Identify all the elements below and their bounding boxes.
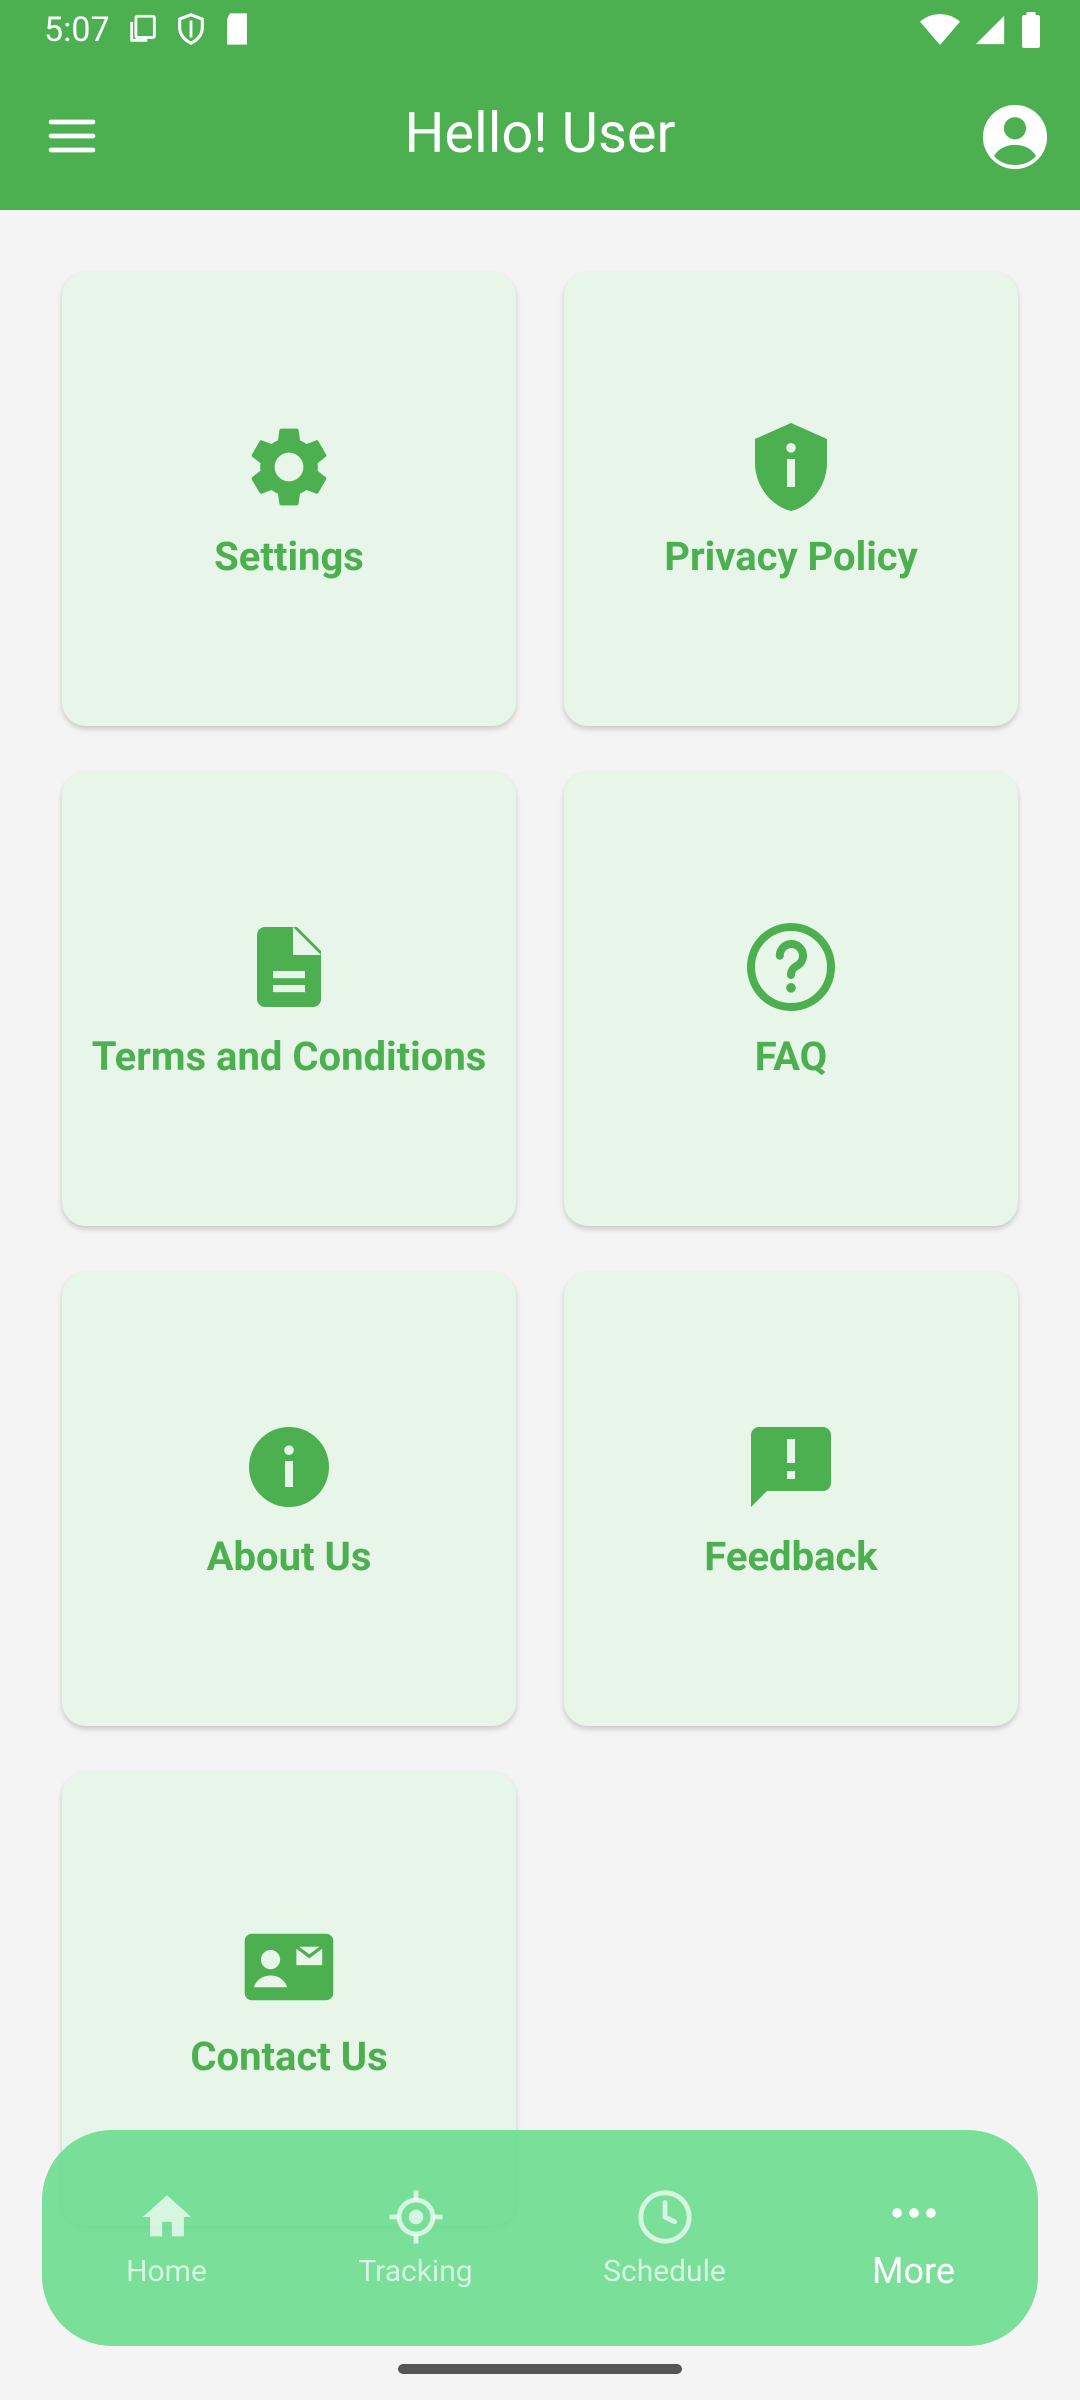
location-target-icon [387, 2188, 445, 2246]
privacy-policy-card[interactable]: Privacy Policy [564, 272, 1018, 726]
help-circle-icon [743, 919, 839, 1015]
bottom-navigation: Home Tracking Schedule More [42, 2130, 1038, 2346]
clock-icon [636, 2188, 694, 2246]
status-system-icons [920, 12, 1042, 48]
nav-tracking-label: Tracking [358, 2253, 473, 2289]
terms-card[interactable]: Terms and Conditions [62, 772, 516, 1226]
wifi-icon [920, 14, 960, 45]
status-bar: 5:07 [0, 0, 1080, 62]
info-icon [241, 1419, 337, 1515]
shield-info-icon [743, 419, 839, 515]
nav-more[interactable]: More [789, 2130, 1038, 2346]
nav-more-label: More [872, 2250, 955, 2292]
nav-home-label: Home [126, 2253, 207, 2289]
nav-home[interactable]: Home [42, 2130, 291, 2346]
page-title: Hello! User [404, 100, 676, 166]
faq-card[interactable]: FAQ [564, 772, 1018, 1226]
about-us-label: About Us [206, 1532, 372, 1580]
terms-label: Terms and Conditions [91, 1032, 487, 1080]
gear-icon [241, 419, 337, 515]
gesture-home-indicator[interactable] [398, 2364, 682, 2374]
copy-icon [130, 14, 156, 42]
nav-tracking[interactable]: Tracking [291, 2130, 540, 2346]
home-icon [138, 2188, 196, 2246]
account-circle-icon [982, 104, 1048, 170]
nav-schedule-label: Schedule [603, 2253, 726, 2289]
feedback-card[interactable]: Feedback [564, 1272, 1018, 1726]
nav-schedule[interactable]: Schedule [540, 2130, 789, 2346]
battery-icon [1022, 12, 1040, 48]
more-dots-icon [885, 2184, 943, 2242]
contact-card-icon [241, 1919, 337, 2015]
signal-icon [975, 15, 1005, 45]
status-notification-icons [126, 12, 252, 46]
sd-card-icon [227, 13, 247, 45]
feedback-label: Feedback [704, 1532, 878, 1580]
shield-icon [178, 13, 204, 45]
settings-label: Settings [214, 532, 364, 580]
document-icon [241, 919, 337, 1015]
account-button[interactable] [980, 102, 1050, 172]
contact-us-label: Contact Us [190, 2032, 388, 2080]
status-time: 5:07 [44, 10, 110, 50]
settings-card[interactable]: Settings [62, 272, 516, 726]
feedback-icon [743, 1419, 839, 1515]
app-bar: Hello! User [0, 62, 1080, 210]
faq-label: FAQ [754, 1032, 828, 1080]
privacy-policy-label: Privacy Policy [664, 532, 918, 580]
about-us-card[interactable]: About Us [62, 1272, 516, 1726]
